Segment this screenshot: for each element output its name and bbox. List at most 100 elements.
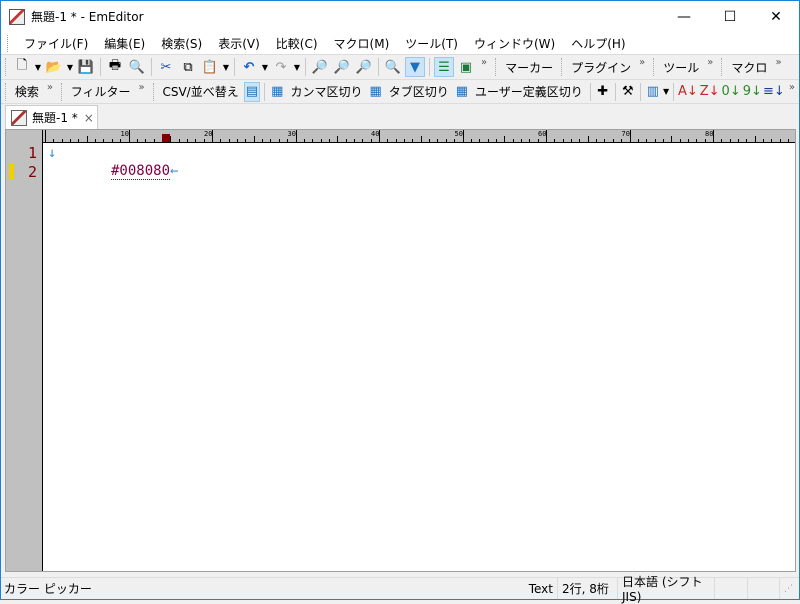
ruler-tick <box>420 136 422 142</box>
normal-mode-icon[interactable]: ▤ <box>243 81 261 102</box>
copy-icon[interactable]: ⧉ <box>178 57 198 77</box>
magic-wand-icon[interactable]: ⚒ <box>620 82 636 102</box>
tab-label: 無題-1 * <box>32 111 78 125</box>
find-next-icon[interactable]: 🔎 <box>332 57 352 77</box>
marker-toolbar-label[interactable]: マーカー <box>501 59 557 76</box>
menu-search[interactable]: 検索(S) <box>153 35 210 52</box>
tools-toolbar-label[interactable]: ツール <box>659 59 703 76</box>
menu-macro[interactable]: マクロ(M) <box>326 35 398 52</box>
toolbar-overflow-chevron[interactable]: » <box>135 82 149 93</box>
maximize-button[interactable]: ☐ <box>707 1 753 32</box>
color-code-text[interactable]: #008080 <box>111 163 171 180</box>
ruler-tick <box>86 136 88 142</box>
toolbar-overflow-chevron[interactable]: » <box>43 82 57 93</box>
print-preview-icon[interactable]: 🔍 <box>127 57 147 77</box>
status-mode[interactable]: Text <box>525 578 557 599</box>
menu-view[interactable]: 表示(V) <box>210 35 268 52</box>
ruler-tick <box>278 139 280 142</box>
ruler-tick <box>696 139 698 142</box>
table-icon[interactable]: ▦ <box>454 82 470 102</box>
toolbar-overflow-chevron[interactable]: » <box>703 57 717 68</box>
highlight-icon[interactable]: ▣ <box>456 57 476 77</box>
editor[interactable]: 1 2 10 20 30 40 50 60 70 80 ↓ #008080← <box>5 129 796 572</box>
toolbar-overflow-chevron[interactable]: » <box>635 57 649 68</box>
dropdown-arrow-icon[interactable]: ▼ <box>292 63 302 72</box>
resize-grip-icon[interactable]: ⋰ <box>779 578 799 599</box>
find-icon[interactable]: 🔎 <box>310 57 330 77</box>
menu-window[interactable]: ウィンドウ(W) <box>466 35 563 52</box>
columns-icon[interactable]: ▥ <box>645 82 661 102</box>
minimize-button[interactable]: — <box>661 1 707 32</box>
comma-separated-button[interactable]: カンマ区切り <box>286 83 366 100</box>
ruler-tick <box>520 139 522 142</box>
ruler-tick <box>571 139 573 142</box>
search-toolbar-label[interactable]: 検索 <box>11 83 43 100</box>
menu-edit[interactable]: 編集(E) <box>96 35 153 52</box>
toolbar-overflow-chevron[interactable]: » <box>477 57 491 68</box>
dropdown-arrow-icon[interactable]: ▼ <box>33 63 43 72</box>
user-defined-separated-button[interactable]: ユーザー定義区切り <box>471 83 587 100</box>
menu-compare[interactable]: 比較(C) <box>268 35 326 52</box>
tab-untitled-1[interactable]: 無題-1 * × <box>5 105 98 129</box>
filter-icon[interactable]: ▼ <box>405 57 425 77</box>
ruler-tick <box>679 139 681 142</box>
dropdown-arrow-icon[interactable]: ▼ <box>260 63 270 72</box>
dropdown-arrow-icon[interactable]: ▼ <box>65 63 75 72</box>
grip <box>495 58 497 76</box>
cut-icon[interactable]: ✂ <box>156 57 176 77</box>
grip <box>561 58 563 76</box>
ruler-tick <box>203 139 205 142</box>
tab-separated-button[interactable]: タブ区切り <box>385 83 453 100</box>
toolbar-overflow-chevron[interactable]: » <box>785 82 799 93</box>
line-number-gutter: 1 2 <box>6 130 43 571</box>
status-position[interactable]: 2行, 8桁 <box>557 578 617 599</box>
find-in-files-icon[interactable]: 🔍 <box>383 57 403 77</box>
ruler-tick <box>621 139 623 142</box>
sort-z-a-icon[interactable]: Z↓ <box>700 82 720 102</box>
ruler-tick <box>111 139 113 142</box>
ruler-tick <box>153 139 155 142</box>
sort-0-9-icon[interactable]: 0↓ <box>722 82 741 102</box>
undo-icon[interactable]: ↶ <box>239 57 259 77</box>
open-folder-icon[interactable]: 📂 <box>44 57 64 77</box>
table-icon[interactable]: ▦ <box>367 82 383 102</box>
ruler-tick <box>512 139 514 142</box>
table-icon[interactable]: ▦ <box>269 82 285 102</box>
ruler-tick <box>387 139 389 142</box>
ruler-label: 70 <box>621 130 630 138</box>
ruler-tick <box>70 139 72 142</box>
sort-length-icon[interactable]: ≡↓ <box>763 82 785 102</box>
print-icon[interactable]: 🖶 <box>105 57 125 77</box>
plugin-toolbar-label[interactable]: プラグイン <box>567 59 635 76</box>
menu-help[interactable]: ヘルプ(H) <box>563 35 633 52</box>
macro-toolbar-label[interactable]: マクロ <box>727 59 771 76</box>
menu-file[interactable]: ファイル(F) <box>16 35 96 52</box>
find-previous-icon[interactable]: 🔎 <box>354 57 374 77</box>
filter-toolbar-label[interactable]: フィルター <box>67 83 135 100</box>
dropdown-arrow-icon[interactable]: ▼ <box>221 63 231 72</box>
paste-icon[interactable]: 📋 <box>200 57 220 77</box>
ruler-tick <box>95 139 97 142</box>
close-button[interactable]: ✕ <box>753 1 799 32</box>
toolbar-overflow-chevron[interactable]: » <box>771 57 785 68</box>
ruler-label: 50 <box>454 130 463 138</box>
ruler-tick <box>195 139 197 142</box>
add-icon[interactable]: ✚ <box>595 82 611 102</box>
save-icon[interactable]: 💾 <box>76 57 96 77</box>
ruler-tick <box>771 139 773 142</box>
redo-icon[interactable]: ↷ <box>271 57 291 77</box>
ruler-tick <box>587 136 589 142</box>
dropdown-arrow-icon[interactable]: ▼ <box>662 87 670 96</box>
new-file-icon[interactable]: 🗋 <box>12 57 32 77</box>
ruler-label: 10 <box>120 130 129 138</box>
sort-9-0-icon[interactable]: 9↓ <box>743 82 762 102</box>
tab-close-icon[interactable]: × <box>84 111 94 125</box>
ruler-tick <box>671 136 673 142</box>
menu-tools[interactable]: ツール(T) <box>397 35 466 52</box>
status-encoding[interactable]: 日本語 (シフト JIS) <box>617 575 714 604</box>
sort-a-z-icon[interactable]: A↓ <box>678 82 698 102</box>
ruler-tick <box>662 139 664 142</box>
ruler-tick <box>729 139 731 142</box>
wrap-icon[interactable]: ☰ <box>434 57 454 77</box>
ruler-tick <box>788 139 790 142</box>
